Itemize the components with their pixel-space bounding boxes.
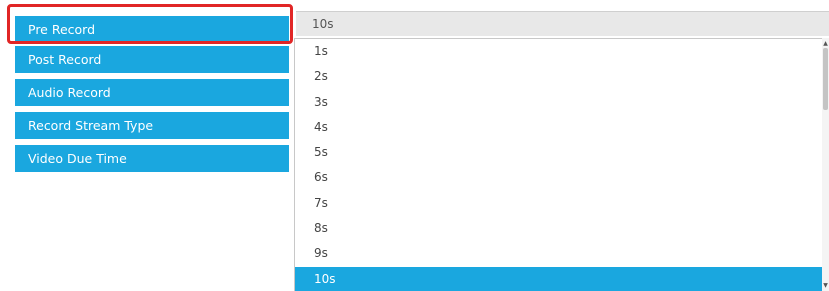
option-9s[interactable]: 9s <box>295 241 822 266</box>
annotation-highlight-box <box>7 4 293 44</box>
scrollbar-thumb[interactable] <box>823 48 828 110</box>
record-stream-type-label: Record Stream Type <box>15 112 289 139</box>
pre-record-select-value: 10s <box>312 17 334 31</box>
option-5s[interactable]: 5s <box>295 140 822 165</box>
option-10s-selected[interactable]: 10s <box>295 266 822 291</box>
audio-record-label: Audio Record <box>15 79 289 106</box>
option-4s[interactable]: 4s <box>295 115 822 140</box>
option-1s[interactable]: 1s <box>295 39 822 64</box>
dropdown-scrollbar[interactable]: ▲ ▼ <box>822 38 829 291</box>
chevron-down-icon[interactable]: ▼ <box>822 282 829 289</box>
pre-record-dropdown-list: 1s 2s 3s 4s 5s 6s 7s 8s 9s 10s <box>294 38 822 291</box>
option-2s[interactable]: 2s <box>295 64 822 89</box>
chevron-up-icon[interactable]: ▲ <box>822 40 829 47</box>
video-due-time-label: Video Due Time <box>15 145 289 172</box>
option-3s[interactable]: 3s <box>295 90 822 115</box>
record-settings-page: Pre Record Post Record Audio Record Reco… <box>0 0 829 291</box>
option-7s[interactable]: 7s <box>295 191 822 216</box>
option-8s[interactable]: 8s <box>295 216 822 241</box>
post-record-label: Post Record <box>15 46 289 73</box>
pre-record-select[interactable]: 10s <box>296 11 829 36</box>
option-6s[interactable]: 6s <box>295 165 822 190</box>
